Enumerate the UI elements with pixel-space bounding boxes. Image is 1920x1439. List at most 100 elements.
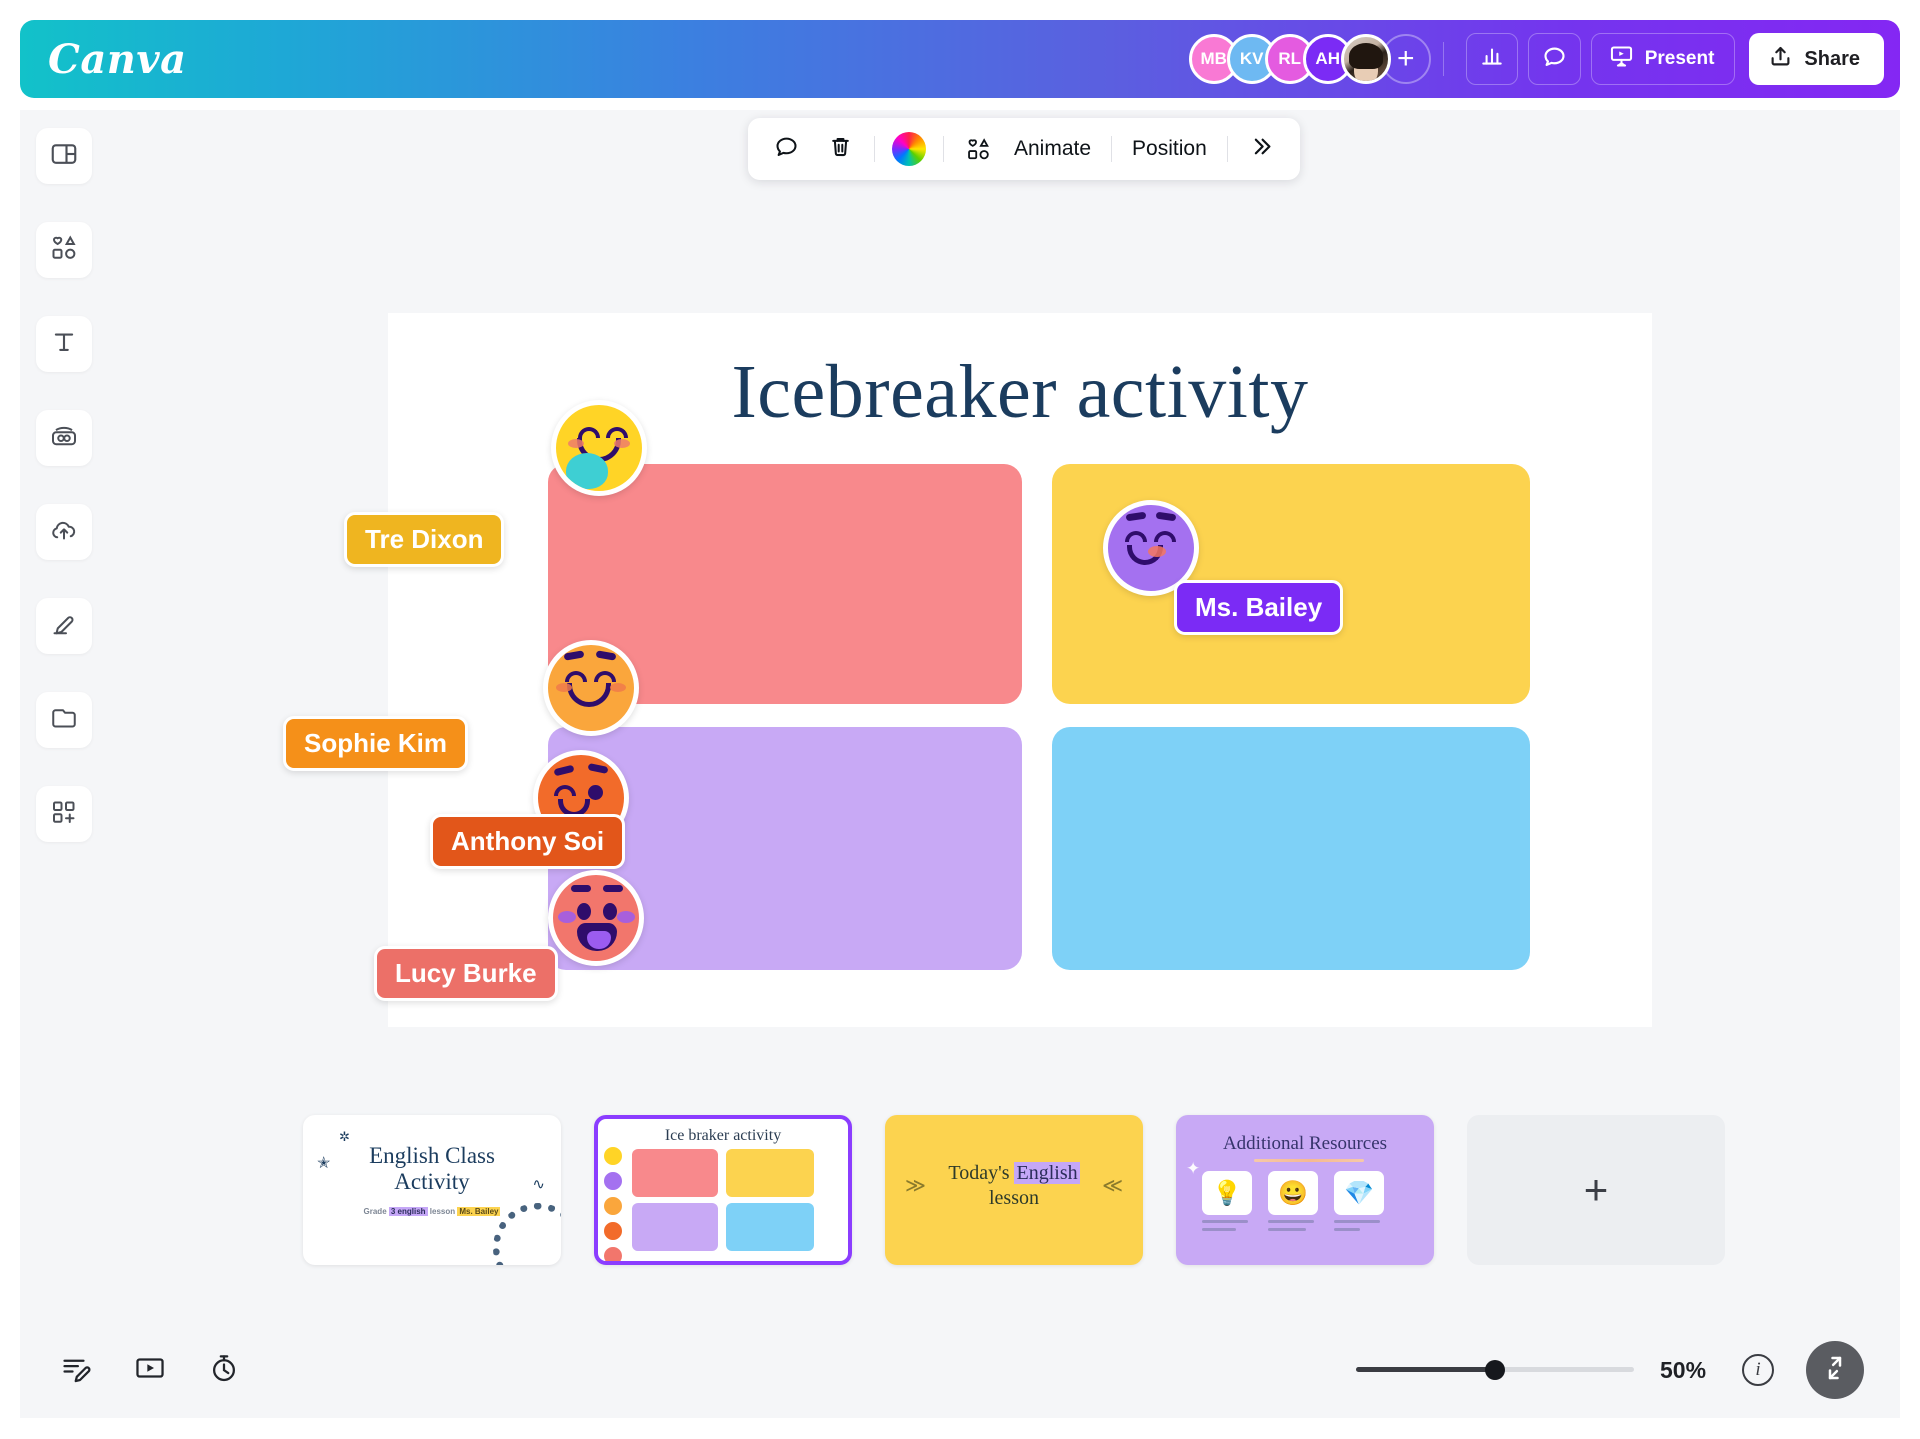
zoom-percentage-label: 50%	[1660, 1356, 1707, 1383]
thumb3-text-highlight: English	[1014, 1162, 1080, 1184]
thumb1-sub-mid: lesson	[427, 1207, 458, 1216]
bottom-right-tools: 50% i	[1356, 1341, 1864, 1399]
toolbar-delete-button[interactable]	[820, 129, 860, 169]
smiley-icon: 😀	[1268, 1171, 1318, 1215]
apps-grid-plus-icon	[49, 797, 79, 832]
stopwatch-timer-icon	[208, 1352, 240, 1389]
present-button[interactable]: Present	[1590, 33, 1736, 85]
notes-edit-icon	[60, 1352, 92, 1389]
presentation-screen-icon	[1608, 43, 1635, 76]
canvas-area[interactable]: Animate Position Icebreaker activity Tre…	[108, 110, 1900, 1322]
timer-button[interactable]	[204, 1350, 244, 1390]
thumb2-box-pink	[632, 1149, 718, 1197]
insights-button[interactable]	[1465, 33, 1518, 85]
thumb1-sub-highlight-grade: 3 english	[388, 1207, 428, 1216]
toolbar-position-button[interactable]: Position	[1126, 137, 1213, 161]
zoom-slider-handle[interactable]	[1485, 1360, 1505, 1380]
thumb2-box-yellow	[726, 1149, 814, 1197]
thumbnail-1-subtitle: Grade 3 english lesson Ms. Bailey	[303, 1207, 561, 1216]
play-preview-button[interactable]	[130, 1350, 170, 1390]
sidebar-item-brand[interactable]	[36, 410, 92, 466]
share-label: Share	[1804, 47, 1860, 70]
placeholder-line	[1202, 1228, 1236, 1231]
bar-chart-icon	[1479, 43, 1505, 75]
thumbnail-1-title: English Class Activity	[303, 1143, 561, 1196]
toolbar-color-button[interactable]	[889, 129, 929, 169]
thumb4-title-underline	[1254, 1159, 1364, 1162]
thumb1-title-line2: Activity	[394, 1169, 470, 1195]
notes-button[interactable]	[56, 1350, 96, 1390]
brand-kit-icon	[49, 421, 79, 456]
add-slide-button[interactable]: +	[1467, 1115, 1725, 1265]
thumb2-box-blue	[726, 1203, 814, 1251]
slide-thumbnail-3[interactable]: ≫ ≪ Today's English lesson	[885, 1115, 1143, 1265]
slide-thumbnail-2[interactable]: Ice braker activity	[594, 1115, 852, 1265]
toolbar-comment-button[interactable]	[766, 129, 806, 169]
sidebar-item-draw[interactable]	[36, 598, 92, 654]
thumb2-box-purple	[632, 1203, 718, 1251]
design-panel-icon	[49, 139, 79, 174]
canva-logo[interactable]: Canva	[48, 36, 187, 83]
toolbar-divider	[1111, 136, 1113, 162]
folder-icon	[49, 703, 79, 738]
shapes-elements-icon	[49, 233, 79, 268]
collaborator-name-tag: Tre Dixon	[344, 512, 505, 567]
thumb2-face	[602, 1220, 624, 1242]
avatar-photo[interactable]	[1340, 34, 1391, 84]
thumb2-face	[602, 1145, 624, 1167]
zoom-slider[interactable]	[1356, 1360, 1634, 1380]
pen-draw-icon	[49, 609, 79, 644]
slide-thumbnail-1[interactable]: ✲ ✭ ∿ English Class Activity Grade 3 eng…	[303, 1115, 561, 1265]
thumb2-face	[602, 1195, 624, 1217]
slide-box-blue[interactable]	[1052, 727, 1530, 970]
sparkle-icon: ✦	[1186, 1159, 1201, 1178]
avatar-initials: RL	[1278, 49, 1302, 68]
sidebar-item-apps[interactable]	[36, 786, 92, 842]
toolbar-divider	[943, 136, 944, 162]
toolbar-animate-button[interactable]: Animate	[958, 129, 1097, 169]
thumbnail-2-collaborator-faces	[602, 1145, 624, 1261]
top-header-bar: Canva MB KV RL AH + Present Share	[20, 20, 1900, 98]
thumb2-face	[602, 1170, 624, 1192]
collaborator-cursor-anthony-soi: Anthony Soi	[430, 750, 629, 869]
sidebar-item-projects[interactable]	[36, 692, 92, 748]
thumb3-text-post: lesson	[989, 1187, 1039, 1209]
thumb1-title-line1: English Class	[369, 1143, 495, 1168]
sidebar-item-elements[interactable]	[36, 222, 92, 278]
comments-button[interactable]	[1527, 33, 1581, 85]
play-video-icon	[134, 1352, 166, 1389]
thumbnail-4-cards: 💡 😀 💎	[1202, 1171, 1384, 1231]
avatar-initials: AH	[1315, 49, 1340, 68]
thumb3-text-pre: Today's	[948, 1162, 1015, 1184]
toolbar-divider	[874, 136, 875, 162]
thumb4-card: 💡	[1202, 1171, 1252, 1231]
thumb1-sub-highlight-teacher: Ms. Bailey	[457, 1207, 501, 1216]
cloud-upload-icon	[49, 515, 79, 550]
avatar-initials: MB	[1200, 49, 1227, 68]
bottom-left-tools	[56, 1350, 244, 1390]
toolbar-more-button[interactable]	[1242, 129, 1282, 169]
placeholder-line	[1334, 1228, 1360, 1231]
header-divider	[1442, 42, 1444, 76]
sidebar-item-text[interactable]	[36, 316, 92, 372]
collaborator-avatar-stack: MB KV RL AH +	[1188, 34, 1431, 84]
text-t-icon	[49, 327, 79, 362]
fullscreen-toggle-button[interactable]	[1806, 1341, 1864, 1399]
collaborator-name-tag: Anthony Soi	[430, 814, 626, 869]
zoom-slider-fill	[1356, 1367, 1495, 1372]
sidebar-item-design[interactable]	[36, 128, 92, 184]
info-icon[interactable]: i	[1742, 1354, 1774, 1386]
slide-thumbnail-4[interactable]: Additional Resources ✦ 💡 😀 💎	[1176, 1115, 1434, 1265]
lightbulb-icon: 💡	[1202, 1171, 1252, 1215]
avatar-initials: KV	[1239, 49, 1264, 68]
thumb4-card: 💎	[1334, 1171, 1384, 1231]
toolbar-divider	[1226, 136, 1228, 162]
comment-bubble-icon	[773, 133, 800, 165]
share-button[interactable]: Share	[1749, 33, 1884, 85]
diamond-icon: 💎	[1334, 1171, 1384, 1215]
collaborator-cursor-sophie-kim: Sophie Kim	[283, 640, 639, 771]
collapse-expand-icon	[1820, 1353, 1850, 1388]
trash-icon	[827, 133, 854, 165]
sidebar-item-uploads[interactable]	[36, 504, 92, 560]
collaborator-cursor-lucy-burke: Lucy Burke	[374, 870, 644, 1001]
